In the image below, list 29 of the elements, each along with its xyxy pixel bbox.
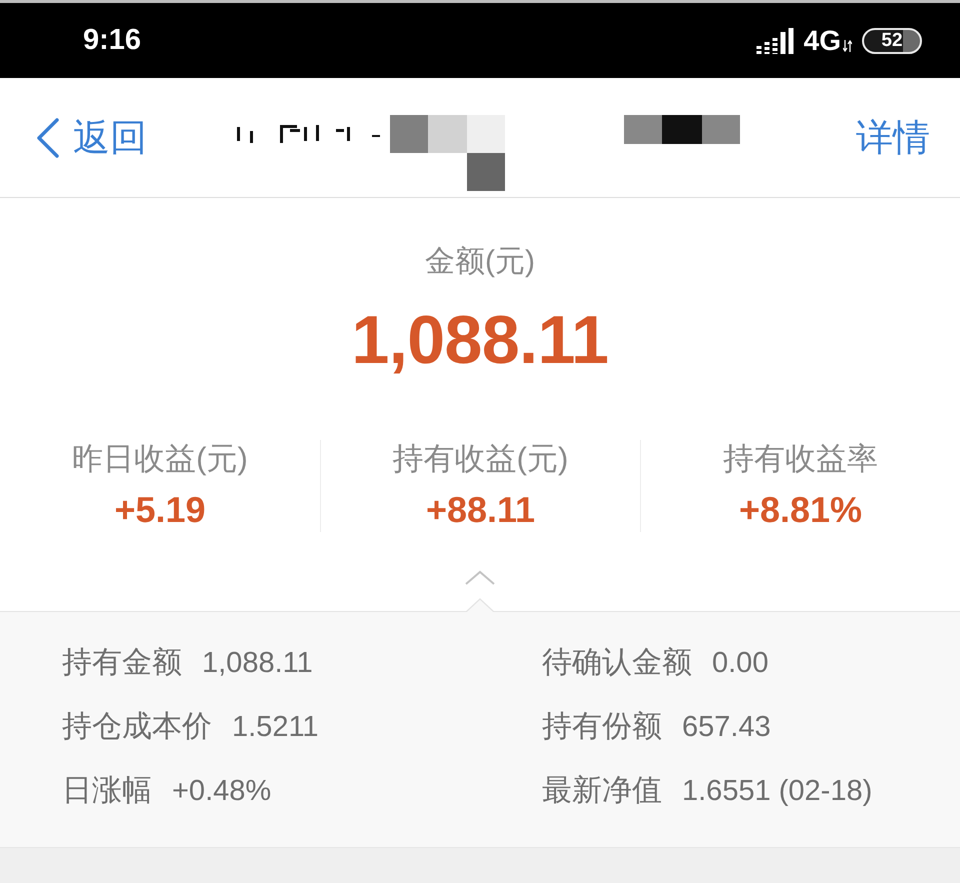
detail-label: 持有份额 bbox=[542, 709, 662, 745]
stat-label: 昨日收益(元) bbox=[72, 440, 248, 478]
detail-label: 日涨幅 bbox=[62, 773, 152, 809]
stat-value: +5.19 bbox=[114, 488, 206, 532]
detail-label: 待确认金额 bbox=[542, 645, 692, 681]
details-link[interactable]: 详情 bbox=[856, 112, 930, 162]
network-type: 4G bbox=[804, 24, 841, 56]
detail-label: 持有金额 bbox=[62, 645, 182, 681]
amount-value: 1,088.11 bbox=[352, 301, 608, 380]
stat-value: +88.11 bbox=[426, 488, 536, 532]
stat-value: +8.81% bbox=[738, 488, 862, 532]
detail-value: 0.00 bbox=[712, 646, 768, 681]
amount-label: 金额(元) bbox=[425, 244, 535, 280]
detail-value: 657.43 bbox=[682, 710, 771, 745]
stat-label: 持有收益率 bbox=[723, 440, 878, 478]
detail-value: 1,088.11 bbox=[202, 646, 313, 681]
stat-label: 持有收益(元) bbox=[392, 440, 568, 478]
detail-label: 最新净值 bbox=[542, 773, 662, 809]
detail-value: 1.6551 (02-18) bbox=[682, 774, 872, 809]
caret-icon[interactable] bbox=[465, 570, 495, 586]
back-chevron-icon bbox=[36, 118, 60, 158]
data-transfer-icon bbox=[843, 40, 852, 52]
detail-value: 1.5211 bbox=[232, 710, 319, 745]
battery-percentage: 52 bbox=[881, 31, 903, 50]
back-button[interactable]: 返回 bbox=[36, 112, 147, 162]
detail-value: +0.48% bbox=[172, 774, 272, 809]
detail-label: 持仓成本价 bbox=[62, 709, 212, 745]
status-time: 9:16 bbox=[83, 24, 142, 57]
signal-icon bbox=[756, 28, 794, 54]
